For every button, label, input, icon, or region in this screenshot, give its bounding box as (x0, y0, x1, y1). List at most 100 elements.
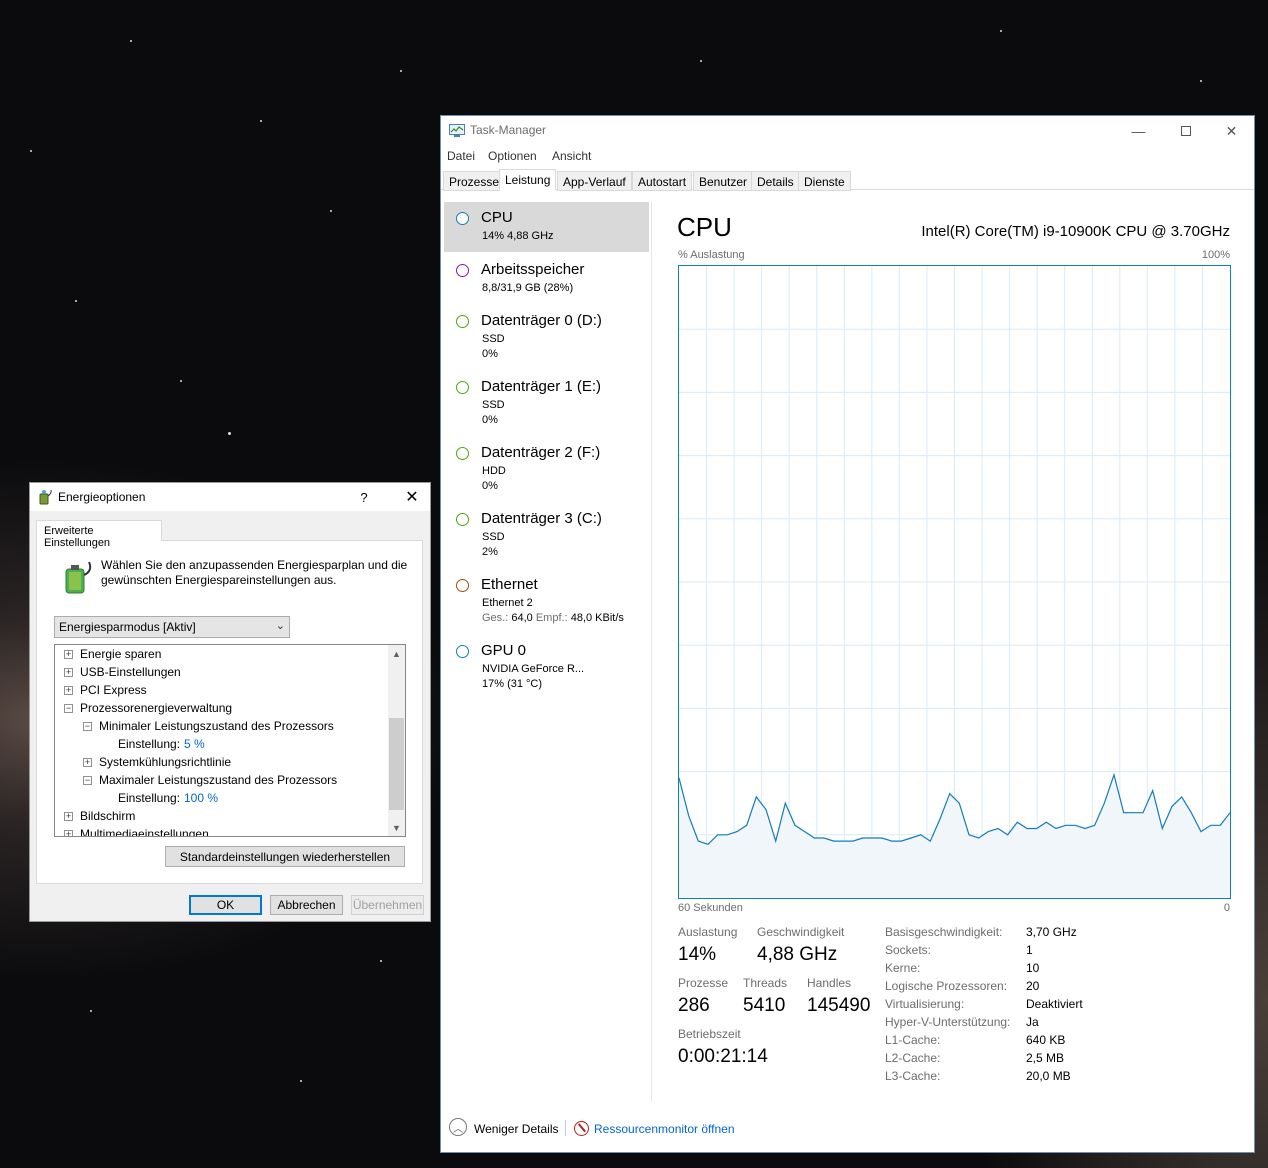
tree-item-label: Minimaler Leistungszustand des Prozessor… (99, 719, 334, 733)
sidebar-item-title: GPU 0 (481, 642, 527, 659)
restore-defaults-button[interactable]: Standardeinstellungen wiederherstellen (165, 846, 405, 867)
minimize-button[interactable]: — (1116, 116, 1161, 146)
settings-tree[interactable]: + Energie sparen + USB-Einstellungen + P… (54, 644, 406, 837)
sidebar-item-disk-1[interactable]: Datenträger 1 (E:) SSD 0% (444, 371, 649, 435)
resource-monitor-link[interactable]: Ressourcenmonitor öffnen (594, 1122, 735, 1136)
utilization-label: Auslastung (678, 925, 738, 939)
receive-label: Empf.: (535, 612, 568, 624)
tab-processes[interactable]: Prozesse (443, 171, 506, 191)
info-label: Logische Prozessoren: (885, 979, 1008, 993)
info-value: Ja (1026, 1015, 1039, 1029)
tree-item-label: Energie sparen (80, 647, 162, 661)
sidebar-item-detail: SSD (482, 399, 505, 411)
info-value: 1 (1026, 943, 1033, 957)
sidebar-divider (651, 202, 652, 1102)
expand-icon[interactable]: + (64, 812, 73, 821)
expand-icon[interactable]: + (64, 686, 73, 695)
menu-file[interactable]: Datei (447, 149, 475, 163)
expand-icon[interactable]: + (64, 650, 73, 659)
info-value: 2,5 MB (1026, 1051, 1065, 1065)
tab-app-history[interactable]: App-Verlauf (557, 171, 632, 191)
close-button[interactable]: ✕ (1209, 116, 1254, 146)
tree-item-label: USB-Einstellungen (80, 665, 181, 679)
sidebar-item-ethernet[interactable]: Ethernet Ethernet 2 Ges.: 64,0 Empf.: 48… (444, 569, 649, 633)
collapse-icon[interactable]: − (83, 722, 92, 731)
tab-services[interactable]: Dienste (798, 171, 851, 191)
menu-view[interactable]: Ansicht (552, 149, 591, 163)
tree-item-label: Maximaler Leistungszustand des Prozessor… (99, 773, 338, 787)
memory-indicator-icon (456, 264, 469, 277)
tree-item-label: Prozessorenergieverwaltung (80, 701, 233, 715)
sidebar-item-title: Ethernet (481, 576, 538, 593)
disk-indicator-icon (456, 315, 469, 328)
title-bar[interactable]: Energieoptionen ? ✕ (30, 483, 430, 511)
menu-options[interactable]: Optionen (488, 149, 537, 163)
send-value: 64,0 (511, 612, 533, 624)
graph-x-label: 60 Sekunden (678, 902, 743, 914)
tab-details[interactable]: Details (751, 171, 800, 191)
expand-icon[interactable]: + (64, 668, 73, 677)
ok-button[interactable]: OK (189, 895, 262, 915)
tab-startup[interactable]: Autostart (632, 171, 693, 191)
window-title: Task-Manager (470, 123, 547, 137)
close-button[interactable]: ✕ (394, 483, 430, 511)
apply-button[interactable]: Übernehmen (351, 895, 424, 915)
power-plan-value: Energiesparmodus [Aktiv] (59, 620, 196, 634)
setting-label: Einstellung: (118, 737, 181, 751)
task-manager-icon (449, 124, 465, 137)
help-button[interactable]: ? (350, 483, 378, 511)
power-plan-select[interactable]: Energiesparmodus [Aktiv] ⌄ (54, 616, 290, 638)
maximize-button[interactable] (1163, 116, 1208, 146)
info-label: L2-Cache: (885, 1051, 941, 1065)
sidebar-item-title: Datenträger 1 (E:) (481, 378, 602, 395)
sidebar-item-memory[interactable]: Arbeitsspeicher 8,8/31,9 GB (28%) (444, 254, 649, 304)
sidebar-item-title: CPU (481, 209, 513, 226)
scrollbar-thumb[interactable] (389, 718, 404, 810)
sidebar-item-usage: 0% (482, 480, 498, 492)
chevron-up-icon[interactable]: ︿ (449, 1118, 467, 1136)
sidebar-item-disk-0[interactable]: Datenträger 0 (D:) SSD 0% (444, 305, 649, 369)
speed-label: Geschwindigkeit (757, 925, 845, 939)
tree-scrollbar[interactable]: ▲ ▼ (388, 645, 405, 836)
tab-performance[interactable]: Leistung (499, 169, 557, 191)
tab-users[interactable]: Benutzer (693, 171, 754, 191)
dialog-description: Wählen Sie den anzupassenden Energiespar… (101, 558, 408, 587)
tab-bar: Prozesse Leistung App-Verlauf Autostart … (441, 169, 1254, 191)
info-label: Kerne: (885, 961, 921, 975)
cancel-button[interactable]: Abbrechen (270, 895, 343, 915)
sidebar-item-detail: 14% 4,88 GHz (482, 230, 554, 242)
collapse-icon[interactable]: − (64, 704, 73, 713)
receive-value: 48,0 KBit/s (570, 612, 624, 624)
sidebar-item-usage: 0% (482, 414, 498, 426)
close-icon: ✕ (1225, 122, 1238, 139)
sidebar-item-title: Datenträger 0 (D:) (481, 312, 602, 329)
scroll-down-icon[interactable]: ▼ (388, 819, 405, 836)
sidebar-item-disk-3[interactable]: Datenträger 3 (C:) SSD 2% (444, 503, 649, 567)
cpu-graph-canvas (679, 266, 1230, 898)
expand-icon[interactable]: + (64, 830, 73, 836)
scroll-up-icon[interactable]: ▲ (388, 645, 405, 662)
sidebar-item-throughput: Ges.: 64,0 Empf.: 48,0 KBit/s (482, 612, 624, 624)
sidebar-item-gpu[interactable]: GPU 0 NVIDIA GeForce R... 17% (31 °C) (444, 635, 649, 699)
tree-item-label: Bildschirm (80, 809, 136, 823)
title-bar[interactable]: Task-Manager — ✕ (441, 116, 1254, 146)
sidebar-item-cpu[interactable]: CPU 14% 4,88 GHz (444, 202, 649, 252)
processes-label: Prozesse (678, 976, 729, 990)
tab-advanced-settings[interactable]: Erweiterte Einstellungen (36, 520, 162, 549)
uptime-value: 0:00:21:14 (678, 1046, 768, 1067)
power-plug-icon (39, 489, 52, 505)
ethernet-indicator-icon (456, 579, 469, 592)
cpu-indicator-icon (456, 212, 469, 225)
handles-label: Handles (807, 976, 852, 990)
expand-icon[interactable]: + (83, 758, 92, 767)
setting-value-link[interactable]: 5 % (184, 737, 205, 751)
fewer-details-link[interactable]: Weniger Details (474, 1122, 558, 1136)
threads-value: 5410 (743, 995, 786, 1016)
collapse-icon[interactable]: − (83, 776, 92, 785)
sidebar-item-usage: 2% (482, 546, 498, 558)
setting-value-link[interactable]: 100 % (184, 791, 218, 805)
sidebar-item-disk-2[interactable]: Datenträger 2 (F:) HDD 0% (444, 437, 649, 501)
info-label: L3-Cache: (885, 1069, 941, 1083)
graph-x-end-label: 0 (1223, 902, 1230, 914)
processes-value: 286 (678, 995, 710, 1016)
